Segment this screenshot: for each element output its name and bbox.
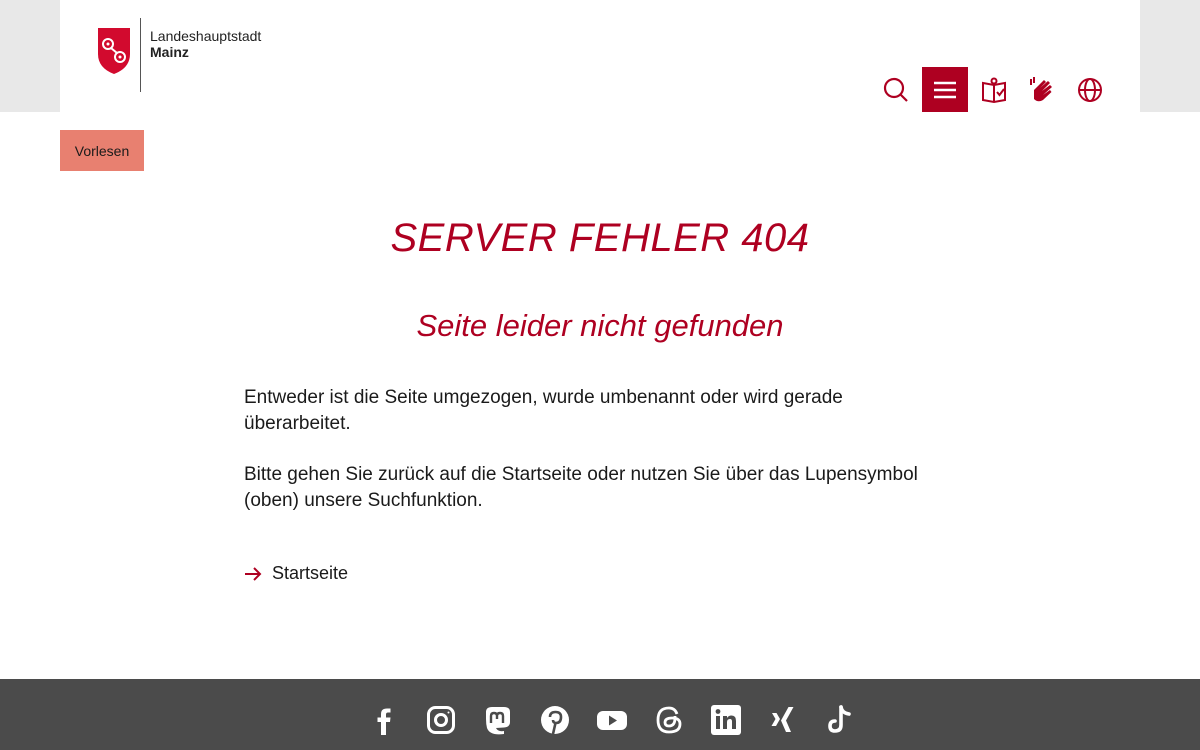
youtube-link[interactable] — [583, 704, 640, 744]
arrow-right-icon — [245, 566, 262, 581]
search-icon — [883, 77, 908, 102]
menu-button[interactable] — [922, 67, 968, 112]
xing-link[interactable] — [754, 704, 811, 744]
sign-language-icon — [1030, 76, 1052, 101]
pinterest-link[interactable] — [526, 704, 583, 744]
linkedin-link[interactable] — [697, 704, 754, 744]
mainz-crest-icon — [98, 28, 130, 74]
menu-icon — [934, 81, 956, 98]
page-title: SERVER FEHLER 404 — [390, 216, 810, 260]
facebook-link[interactable] — [355, 704, 412, 744]
logo-line-1: Landeshauptstadt — [150, 28, 262, 44]
language-button[interactable] — [1066, 67, 1114, 112]
instagram-link[interactable] — [412, 704, 469, 744]
vorlesen-button[interactable]: Vorlesen — [60, 130, 144, 171]
error-paragraph-2: Bitte gehen Sie zurück auf die Startseit… — [244, 464, 918, 511]
startseite-link[interactable]: Startseite — [244, 563, 348, 584]
site-footer — [0, 679, 1200, 750]
mastodon-icon — [485, 707, 510, 735]
startseite-link-label: Startseite — [272, 563, 349, 583]
site-header: Landeshauptstadt Mainz — [60, 0, 1140, 112]
error-message: Entweder ist die Seite umgezogen, wurde … — [244, 385, 924, 539]
instagram-icon — [426, 706, 455, 734]
logo-text: Landeshauptstadt Mainz — [150, 28, 261, 60]
search-button[interactable] — [872, 67, 920, 112]
pinterest-icon — [540, 706, 569, 735]
tiktok-link[interactable] — [811, 704, 868, 744]
logo-line-2: Mainz — [150, 44, 189, 60]
mastodon-link[interactable] — [469, 704, 526, 744]
linkedin-icon — [710, 705, 741, 735]
easy-language-button[interactable] — [970, 67, 1018, 112]
threads-icon — [656, 706, 681, 734]
threads-link[interactable] — [640, 704, 697, 744]
youtube-icon — [596, 711, 627, 730]
tiktok-icon — [827, 705, 851, 733]
site-logo-link[interactable]: Landeshauptstadt Mainz — [96, 18, 261, 92]
header-tools — [872, 67, 1114, 112]
facebook-icon — [377, 708, 390, 735]
sign-language-button[interactable] — [1018, 67, 1066, 112]
globe-icon — [1078, 77, 1102, 102]
page-subtitle: Seite leider nicht gefunden — [416, 308, 784, 343]
social-links — [355, 704, 868, 744]
logo-divider — [140, 18, 141, 92]
error-paragraph-1: Entweder ist die Seite umgezogen, wurde … — [244, 387, 843, 434]
easy-language-icon — [982, 77, 1006, 103]
xing-icon — [771, 707, 793, 732]
